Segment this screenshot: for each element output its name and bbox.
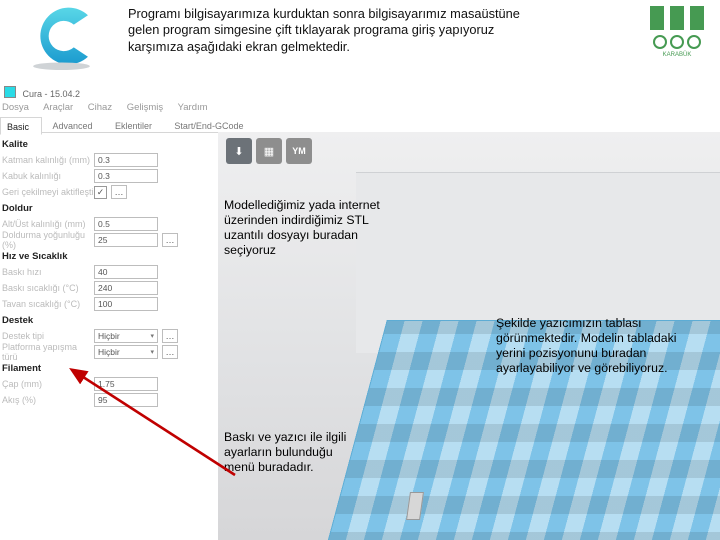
retract-label: Geri çekilmeyi aktifleşti (2, 187, 94, 197)
tab-gcode[interactable]: Start/End-GCode (168, 117, 255, 133)
btemp-input[interactable]: 100 (94, 297, 158, 311)
tab-basic[interactable]: Basic (0, 117, 42, 135)
retract-checkbox[interactable]: ✓ (94, 186, 107, 199)
adhesion-more-button[interactable]: … (162, 345, 178, 359)
cura-c-logo (14, 2, 109, 70)
shell-input[interactable]: 0.3 (94, 169, 158, 183)
header-intro-text: Programı bilgisayarımıza kurduktan sonra… (128, 6, 553, 55)
annotation-build-plate: Şekilde yazıcımızın tablası görünmektedi… (496, 316, 686, 377)
layer-input[interactable]: 0.3 (94, 153, 158, 167)
app-icon (4, 86, 16, 98)
menu-device[interactable]: Cihaz (88, 102, 112, 113)
speed-label: Baskı hızı (2, 267, 94, 277)
topbottom-label: Alt/Üst kalınlığı (mm) (2, 219, 94, 229)
menu-bar[interactable]: Dosya Araçlar Cihaz Gelişmiş Yardım (2, 102, 220, 113)
topbottom-input[interactable]: 0.5 (94, 217, 158, 231)
ym-label: YM (292, 146, 306, 156)
menu-help[interactable]: Yardım (178, 102, 208, 113)
diameter-label: Çap (mm) (2, 379, 94, 389)
support-type-select[interactable]: Hiçbir (94, 329, 158, 343)
section-filament: Filament (2, 363, 210, 374)
section-kalite: Kalite (2, 139, 210, 150)
svg-text:KARABÜK: KARABÜK (663, 51, 692, 58)
tab-advanced[interactable]: Advanced (46, 117, 104, 133)
view-mode-button[interactable]: ▦ (256, 138, 282, 164)
shell-label: Kabuk kalınlığı (2, 171, 94, 181)
menu-advanced[interactable]: Gelişmiş (127, 102, 163, 113)
menu-tools[interactable]: Araçlar (43, 102, 73, 113)
layer-label: Katman kalınlığı (mm) (2, 155, 94, 165)
speed-input[interactable]: 40 (94, 265, 158, 279)
btemp-label: Tavan sıcaklığı (°C) (2, 299, 94, 309)
retract-more-button[interactable]: … (111, 185, 127, 199)
diameter-input[interactable]: 1.75 (94, 377, 158, 391)
adhesion-select[interactable]: Hiçbir (94, 345, 158, 359)
ptemp-input[interactable]: 240 (94, 281, 158, 295)
fill-more-button[interactable]: … (162, 233, 178, 247)
settings-tabbar: Basic Advanced Eklentiler Start/End-GCod… (0, 116, 720, 133)
load-model-button[interactable]: ⬇ (226, 138, 252, 164)
annotation-load-stl: Modellediğimiz yada internet üzerinden i… (224, 198, 396, 259)
section-hiz: Hız ve Sıcaklık (2, 251, 210, 262)
ym-button[interactable]: YM (286, 138, 312, 164)
fill-label: Doldurma yoğunluğu (%) (2, 230, 94, 250)
fill-input[interactable]: 25 (94, 233, 158, 247)
annotation-settings-menu: Baskı ve yazıcı ile ilgili ayarların bul… (224, 430, 364, 475)
flow-input[interactable]: 95 (94, 393, 158, 407)
adhesion-label: Platforma yapışma türü (2, 342, 94, 362)
support-more-button[interactable]: … (162, 329, 178, 343)
tab-plugins[interactable]: Eklentiler (109, 117, 164, 133)
ptemp-label: Baskı sıcaklığı (°C) (2, 283, 94, 293)
section-destek: Destek (2, 315, 210, 326)
section-doldur: Doldur (2, 203, 210, 214)
flow-label: Akış (%) (2, 395, 94, 405)
window-title: Cura - 15.04.2 (4, 86, 80, 102)
settings-panel: Kalite Katman kalınlığı (mm)0.3 Kabuk ka… (2, 136, 210, 408)
institution-logo: KARABÜK (646, 2, 708, 58)
menu-file[interactable]: Dosya (2, 102, 29, 113)
grid-icon: ▦ (264, 145, 274, 158)
support-type-label: Destek tipi (2, 331, 94, 341)
load-icon: ⬇ (234, 145, 243, 158)
